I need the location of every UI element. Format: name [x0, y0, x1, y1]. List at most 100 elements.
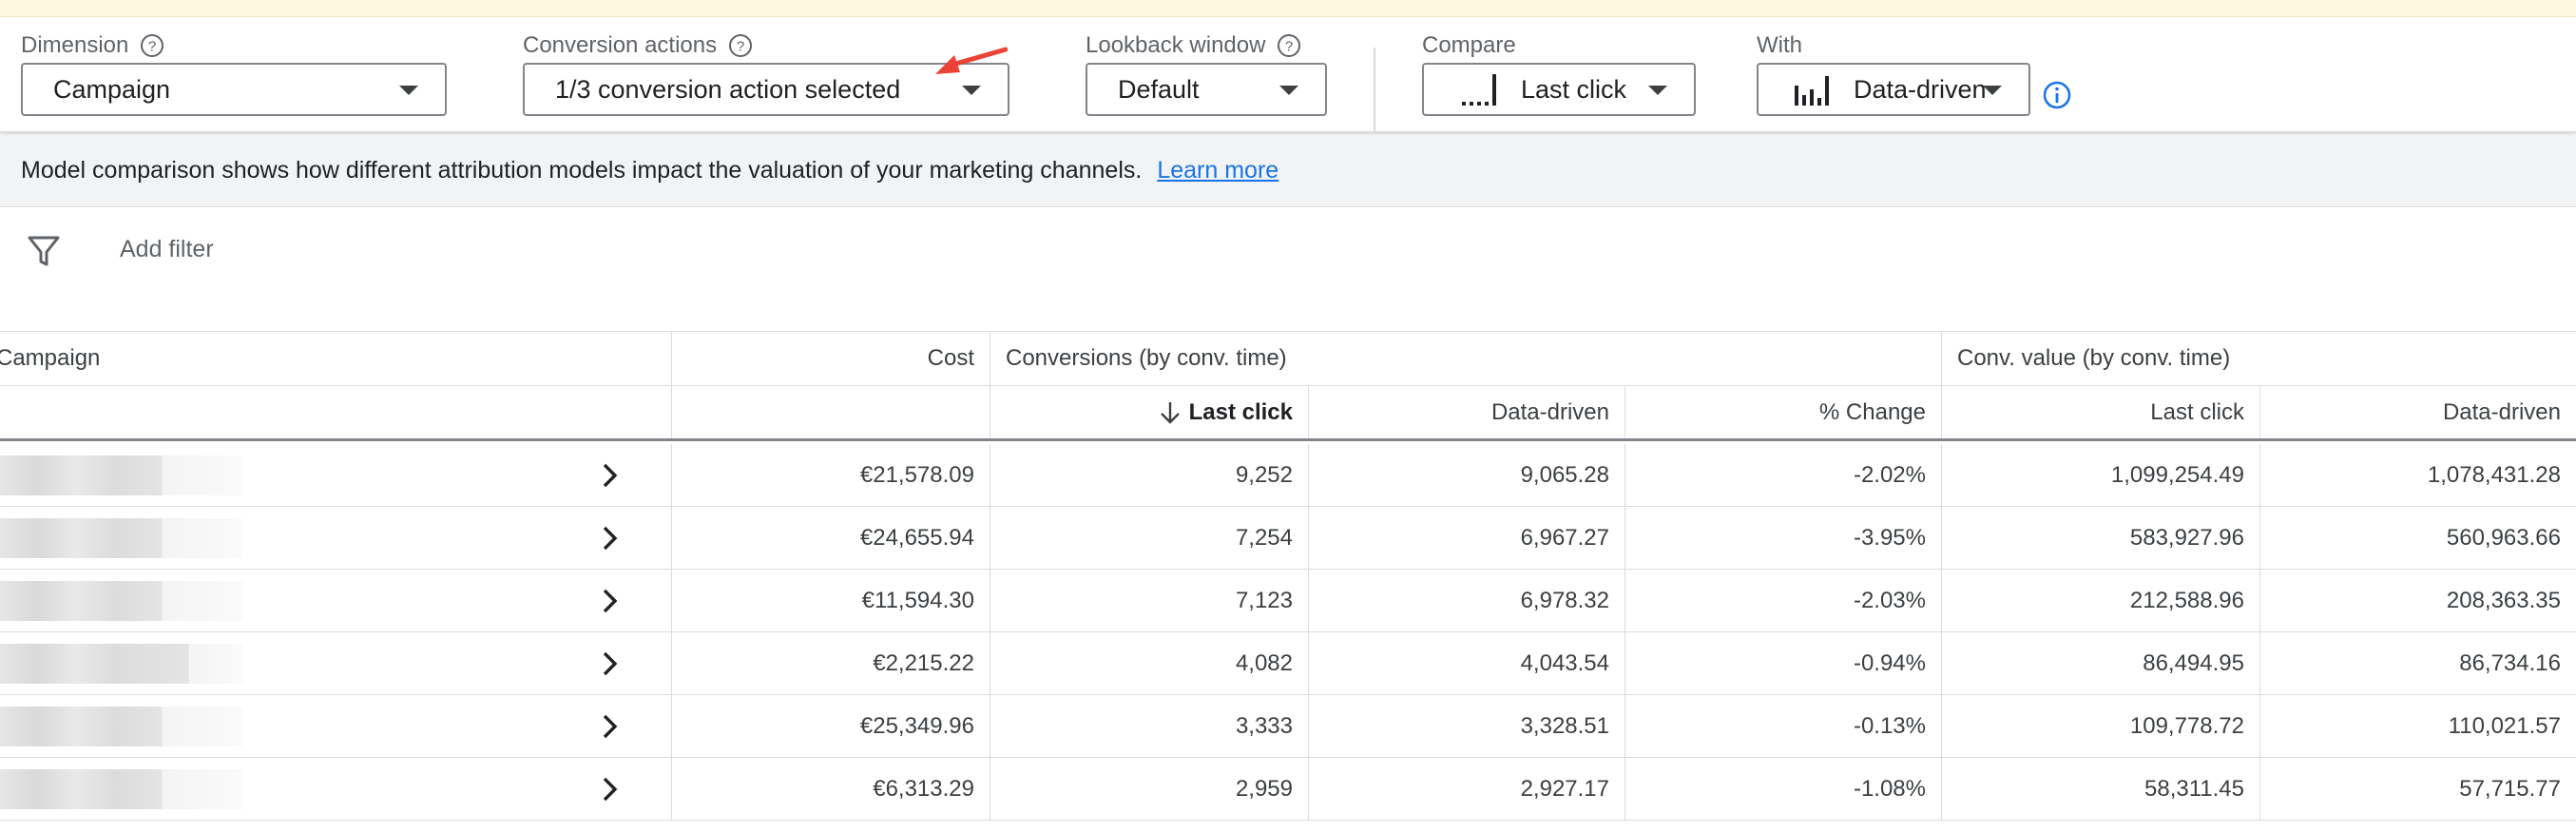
cost-cell: €6,313.29	[873, 775, 974, 802]
redacted-campaign-name	[0, 769, 242, 809]
help-icon[interactable]: ?	[728, 33, 753, 58]
learn-more-link[interactable]: Learn more	[1157, 157, 1278, 184]
column-header-cost[interactable]: Cost	[672, 332, 990, 385]
chevron-right-icon[interactable]	[595, 649, 624, 678]
chevron-right-icon[interactable]	[595, 587, 624, 615]
pct-change-cell: -0.13%	[1853, 712, 1926, 739]
pct-change-cell: -1.08%	[1853, 775, 1926, 802]
value-last-click-cell: 212,588.96	[2129, 587, 2244, 613]
top-notice-strip	[0, 0, 2576, 17]
svg-text:?: ?	[737, 39, 744, 55]
dimension-label: Dimension	[21, 32, 129, 58]
last-click-cell: 9,252	[1235, 461, 1293, 488]
svg-text:?: ?	[1285, 39, 1293, 55]
with-model-select[interactable]: Data-driven	[1757, 63, 2030, 116]
caret-down-icon	[1983, 86, 2002, 95]
value-data-driven-cell: 1,078,431.28	[2427, 461, 2561, 488]
last-click-cell: 3,333	[1235, 712, 1293, 739]
chevron-right-icon[interactable]	[595, 524, 624, 552]
column-header-value-data-driven[interactable]: Data-driven	[2260, 386, 2576, 438]
data-driven-cell: 9,065.28	[1520, 461, 1609, 488]
with-label: With	[1757, 32, 1802, 58]
data-driven-cell: 4,043.54	[1520, 649, 1609, 676]
redacted-campaign-name	[0, 644, 242, 684]
redacted-campaign-name	[0, 581, 242, 621]
cost-cell: €2,215.22	[873, 649, 974, 676]
add-filter-button[interactable]: Add filter	[120, 236, 214, 263]
table-row[interactable]: €24,655.94 7,254 6,967.27 -3.95% 583,927.96 5…	[0, 507, 2576, 570]
value-last-click-cell: 109,778.72	[2129, 712, 2244, 739]
column-group-conv-value: Conv. value (by conv. time)	[1957, 345, 2231, 371]
cost-cell: €11,594.30	[861, 587, 974, 613]
last-click-cell: 2,959	[1235, 775, 1293, 802]
value-last-click-cell: 1,099,254.49	[2110, 461, 2244, 488]
value-last-click-cell: 58,311.45	[2144, 775, 2244, 802]
value-data-driven-cell: 110,021.57	[2448, 712, 2561, 739]
data-driven-cell: 2,927.17	[1520, 775, 1609, 802]
conversion-actions-label: Conversion actions	[523, 32, 718, 58]
value-data-driven-cell: 208,363.35	[2446, 587, 2561, 613]
caret-down-icon	[1279, 86, 1298, 95]
value-data-driven-cell: 57,715.77	[2459, 775, 2561, 802]
banner-text: Model comparison shows how different att…	[21, 157, 1143, 184]
data-driven-cell: 6,967.27	[1520, 524, 1609, 551]
value-last-click-cell: 86,494.95	[2143, 649, 2244, 676]
filter-bar: Add filter	[0, 207, 2576, 295]
caret-down-icon	[399, 86, 418, 95]
cost-cell: €21,578.09	[859, 461, 974, 488]
table-row[interactable]: €11,594.30 7,123 6,978.32 -2.03% 212,588.96 2…	[0, 570, 2576, 632]
help-icon[interactable]: ?	[1277, 33, 1301, 58]
model-comparison-banner: Model comparison shows how different att…	[0, 135, 2576, 207]
data-driven-cell: 3,328.51	[1520, 712, 1609, 739]
table-row[interactable]: €2,215.22 4,082 4,043.54 -0.94% 86,494.95 86,…	[0, 632, 2576, 695]
column-divider	[671, 386, 672, 438]
info-icon[interactable]	[2042, 80, 2072, 110]
compare-model-select[interactable]: Last click	[1422, 63, 1696, 116]
column-header-data-driven[interactable]: Data-driven	[1309, 386, 1624, 438]
table-row[interactable]: €6,313.29 2,959 2,927.17 -1.08% 58,311.45 57,…	[0, 758, 2576, 821]
divider	[1374, 48, 1375, 133]
table-sub-header-row: Last click Data-driven % Change Last cli…	[0, 386, 2576, 441]
value-data-driven-cell: 86,734.16	[2459, 649, 2561, 676]
last-click-model-icon	[1460, 72, 1498, 107]
pct-change-cell: -2.02%	[1853, 461, 1926, 488]
model-comparison-controls: Dimension ? Campaign Conversion actions …	[0, 17, 2576, 133]
table-row[interactable]: €25,349.96 3,333 3,328.51 -0.13% 109,778.72 1…	[0, 695, 2576, 758]
dimension-select[interactable]: Campaign	[21, 63, 447, 116]
caret-down-icon	[962, 86, 981, 95]
redacted-campaign-name	[0, 707, 242, 746]
svg-text:?: ?	[148, 39, 156, 55]
column-header-campaign[interactable]: Campaign	[0, 332, 662, 385]
column-divider	[1941, 332, 1942, 385]
help-icon[interactable]: ?	[140, 33, 164, 58]
column-group-conversions: Conversions (by conv. time)	[1006, 345, 1287, 371]
last-click-cell: 7,123	[1235, 587, 1293, 613]
chevron-right-icon[interactable]	[595, 775, 624, 804]
table-row[interactable]: €21,578.09 9,252 9,065.28 -2.02% 1,099,254.4…	[0, 444, 2576, 507]
caret-down-icon	[1648, 86, 1667, 95]
data-driven-cell: 6,978.32	[1520, 587, 1609, 613]
lookback-window-label: Lookback window	[1086, 32, 1266, 58]
value-data-driven-cell: 560,963.66	[2446, 524, 2561, 551]
annotation-arrow-icon	[935, 47, 1008, 74]
cost-cell: €25,349.96	[859, 712, 974, 739]
chevron-right-icon[interactable]	[595, 461, 624, 490]
redacted-campaign-name	[0, 455, 242, 495]
column-header-last-click[interactable]: Last click	[990, 386, 1308, 438]
compare-label: Compare	[1422, 32, 1516, 58]
lookback-window-select[interactable]: Default	[1086, 63, 1327, 116]
pct-change-cell: -2.03%	[1853, 587, 1926, 613]
column-header-value-last-click[interactable]: Last click	[1942, 386, 2259, 438]
filter-icon[interactable]	[27, 234, 61, 268]
column-header-pct-change[interactable]: % Change	[1625, 386, 1941, 438]
pct-change-cell: -3.95%	[1853, 524, 1926, 551]
pct-change-cell: -0.94%	[1853, 649, 1926, 676]
data-driven-model-icon	[1793, 72, 1831, 107]
sort-descending-icon	[1159, 400, 1182, 425]
value-last-click-cell: 583,927.96	[2129, 524, 2244, 551]
chevron-right-icon[interactable]	[595, 712, 624, 741]
table-group-header-row: Campaign Cost Conversions (by conv. time…	[0, 331, 2576, 386]
last-click-cell: 4,082	[1235, 649, 1293, 676]
cost-cell: €24,655.94	[859, 524, 974, 551]
last-click-cell: 7,254	[1235, 524, 1293, 551]
